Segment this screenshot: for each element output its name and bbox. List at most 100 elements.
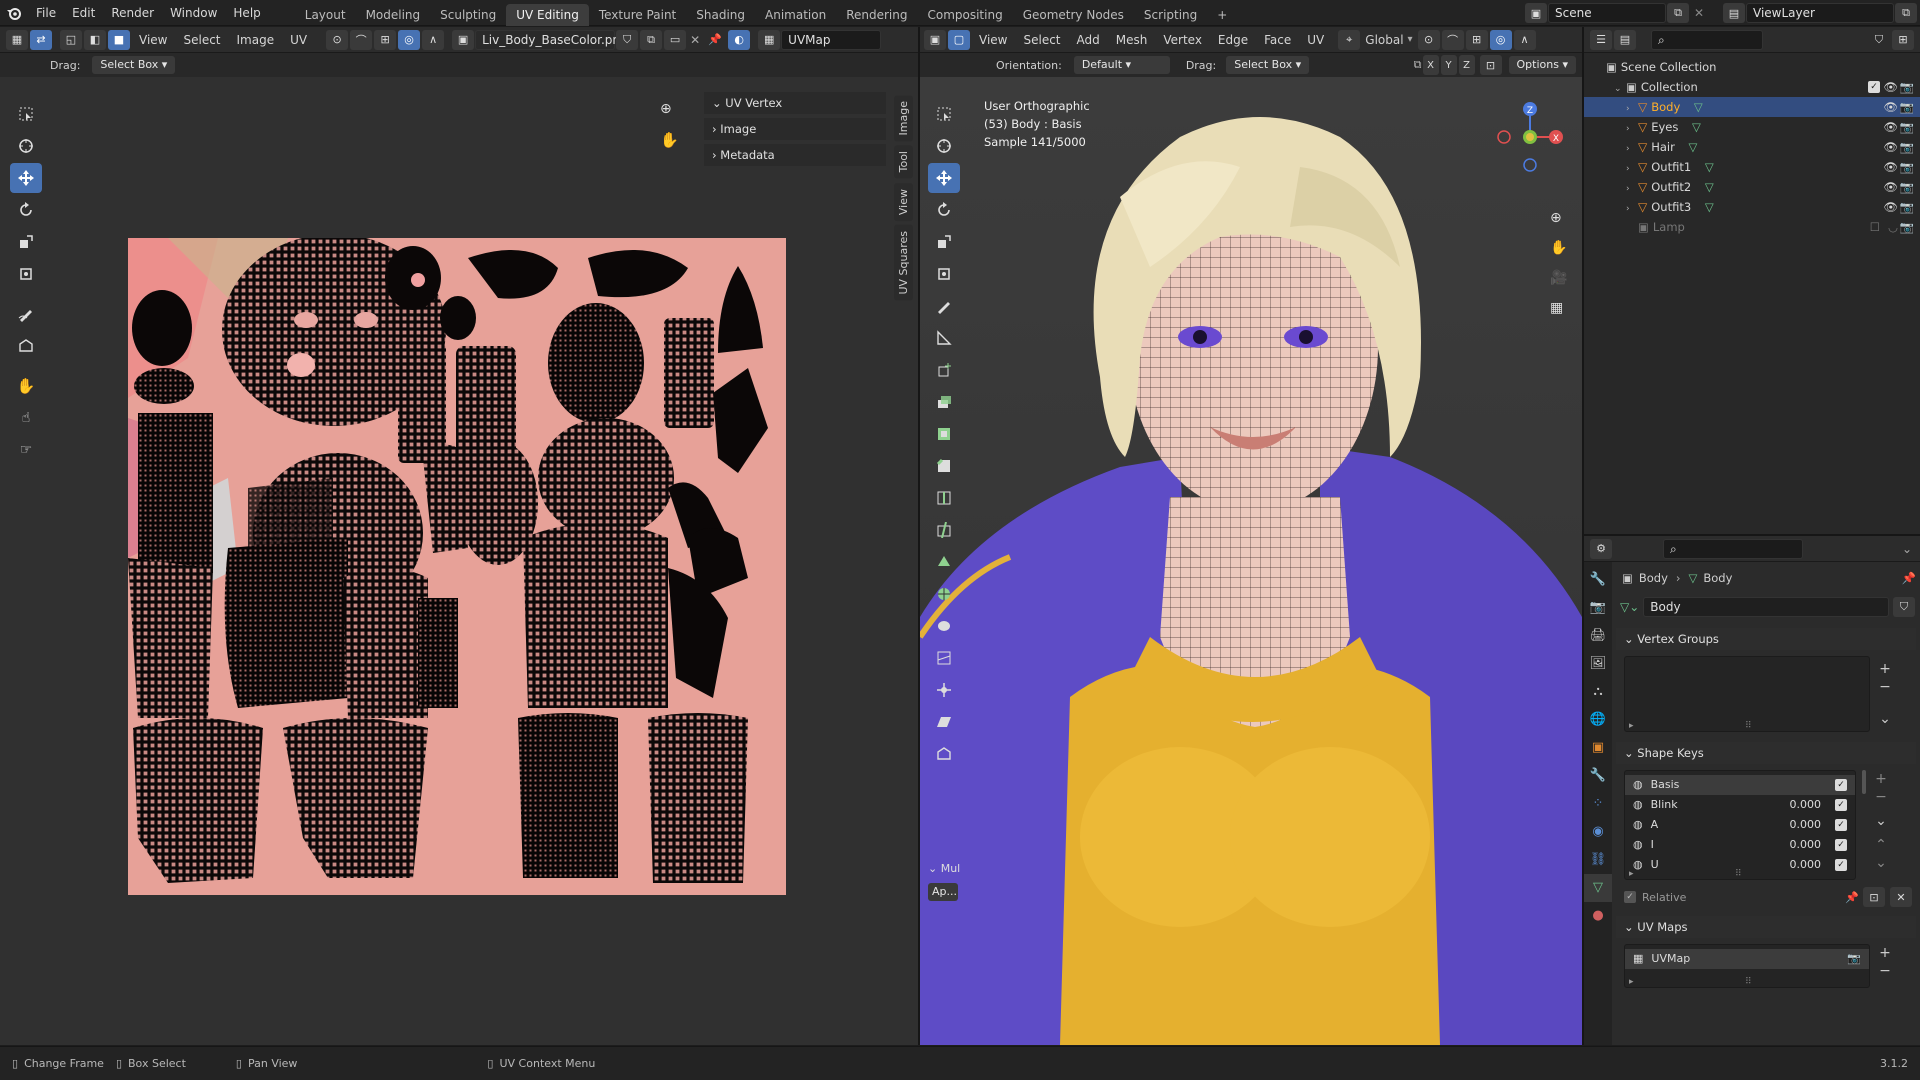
collection-render-icon[interactable]: 📷 — [1900, 77, 1914, 97]
panel-metadata[interactable]: › Metadata — [704, 144, 886, 166]
poly-build-tool[interactable] — [928, 547, 960, 577]
outliner-editor-icon[interactable]: ☰ — [1590, 29, 1612, 50]
rip-tool[interactable] — [10, 331, 42, 361]
annotate-tool[interactable] — [10, 299, 42, 329]
panel-image[interactable]: › Image — [704, 118, 886, 140]
move-shape-key-up-button[interactable]: ⌃ — [1872, 836, 1890, 854]
visibility-icon[interactable]: 👁 — [1883, 157, 1898, 177]
fake-user-shield-icon[interactable]: ⛉ — [1893, 597, 1915, 617]
move-tool[interactable] — [10, 163, 42, 193]
tab-uv-squares[interactable]: UV Squares — [894, 224, 913, 301]
shape-keys-list[interactable]: ◍ Basis ✓ ◍ Blink 0.000 ✓ ◍ A 0.000 ✓ ◍ I 0.000 ✓ ◍… — [1624, 770, 1856, 880]
remove-shape-key-button[interactable]: − — [1872, 788, 1890, 806]
viewlayer-selector[interactable]: ▤ ViewLayer ⧉ ✕ — [1722, 3, 1920, 23]
menu-render[interactable]: Render — [103, 0, 162, 26]
output-tab-icon[interactable]: 🖨 — [1584, 622, 1612, 650]
uvmap-field[interactable]: UVMap — [781, 29, 882, 50]
scene-selector[interactable]: ▣ Scene ⧉ ✕ — [1524, 3, 1708, 23]
pin-properties-icon[interactable]: 📌 — [1902, 571, 1916, 585]
tab-layout[interactable]: Layout — [295, 4, 356, 26]
vp-zoom-icon[interactable]: ⊕ — [1550, 210, 1562, 226]
vp-scale-tool[interactable] — [928, 227, 960, 257]
outliner-item-lamp[interactable]: ▣ Lamp ☐ ◡ 📷 — [1584, 217, 1920, 237]
shape-key-value[interactable]: 0.000 — [1790, 815, 1822, 835]
edge-select-icon[interactable]: ◧ — [84, 29, 106, 50]
tab-image[interactable]: Image — [894, 95, 913, 142]
unlink-image-icon[interactable]: ✕ — [687, 33, 703, 47]
vp-transform-tool[interactable] — [928, 259, 960, 289]
render-icon[interactable]: 📷 — [1900, 97, 1914, 117]
visibility-icon[interactable]: ◡ — [1888, 217, 1898, 237]
mirror-z-button[interactable]: Z — [1458, 55, 1475, 75]
lamp-checkbox[interactable]: ☐ — [1870, 217, 1880, 237]
image-name-field[interactable]: Liv_Body_BaseColor.png — [475, 29, 628, 50]
image-browse-icon[interactable]: ▣ — [452, 29, 475, 50]
vp-cursor-tool[interactable] — [928, 131, 960, 161]
transform-orientation-value[interactable]: Global — [1365, 33, 1403, 47]
ortho-toggle-icon[interactable]: ▦ — [1550, 300, 1563, 316]
new-scene-icon[interactable]: ⧉ — [1667, 3, 1689, 23]
shape-key-mute-checkbox[interactable]: ✓ — [1835, 779, 1847, 791]
tab-animation[interactable]: Animation — [755, 4, 836, 26]
shape-key-value[interactable]: 0.000 — [1790, 855, 1822, 875]
blender-logo-icon[interactable] — [0, 6, 28, 20]
remove-uv-map-button[interactable]: − — [1876, 962, 1894, 980]
uv-map-row[interactable]: ▦ UVMap 📷 — [1625, 949, 1869, 969]
visibility-icon[interactable]: 👁 — [1883, 117, 1898, 137]
transform-tool[interactable] — [10, 259, 42, 289]
tab-uv-editing[interactable]: UV Editing — [506, 3, 589, 26]
menu-help[interactable]: Help — [225, 0, 268, 26]
tab-shading[interactable]: Shading — [686, 4, 755, 26]
render-icon[interactable]: 📷 — [1900, 137, 1914, 157]
overlay-icon[interactable]: ◐ — [728, 29, 751, 50]
move-shape-key-down-button[interactable]: ⌄ — [1872, 854, 1890, 872]
orientation-dropdown[interactable]: Default ▾ — [1073, 56, 1170, 74]
viewport-render[interactable] — [920, 77, 1582, 1045]
shape-key-row[interactable]: ◍ A 0.000 ✓ — [1625, 815, 1855, 835]
auto-merge-icon[interactable]: ⊡ — [1479, 55, 1502, 75]
last-operator-apply[interactable]: Ap... — [928, 883, 958, 901]
pivot-icon[interactable]: ⊙ — [326, 29, 349, 50]
shape-keys-scrollbar[interactable] — [1862, 770, 1866, 794]
uv-menu-view[interactable]: View — [131, 27, 175, 53]
camera-view-icon[interactable]: 🎥 — [1550, 270, 1567, 286]
duplicate-image-icon[interactable]: ⧉ — [640, 29, 663, 50]
collection-visibility-icon[interactable]: 👁 — [1883, 77, 1898, 97]
properties-options-icon[interactable]: ⌄ — [1902, 542, 1912, 556]
mirror-x-button[interactable]: X — [1422, 55, 1439, 75]
vp-menu-vertex[interactable]: Vertex — [1155, 27, 1210, 53]
inset-tool[interactable] — [928, 419, 960, 449]
snap-target-3d-icon[interactable]: ⊞ — [1465, 29, 1488, 50]
rotate-tool[interactable] — [10, 195, 42, 225]
shape-key-row[interactable]: ◍ I 0.000 ✓ — [1625, 835, 1855, 855]
properties-search[interactable]: ⌕ — [1663, 538, 1803, 559]
tab-sculpting[interactable]: Sculpting — [430, 4, 506, 26]
bevel-tool[interactable] — [928, 451, 960, 481]
shape-key-edit-mode-icon[interactable]: ⊡ — [1863, 887, 1885, 907]
render-icon[interactable]: 📷 — [1900, 177, 1914, 197]
vp-menu-uv[interactable]: UV — [1299, 27, 1332, 53]
outliner-item-hair[interactable]: › ▽ Hair ▽ 👁 📷 — [1584, 137, 1920, 157]
list-resize-handle[interactable]: ⠿ — [1735, 869, 1742, 879]
vp-menu-add[interactable]: Add — [1069, 27, 1108, 53]
add-uv-map-button[interactable]: + — [1876, 944, 1894, 962]
vp-menu-edge[interactable]: Edge — [1210, 27, 1256, 53]
fake-user-icon[interactable]: ⛉ — [616, 29, 639, 50]
vertex-groups-list[interactable]: ▸ ⠿ — [1624, 656, 1870, 732]
shape-key-value[interactable]: 0.000 — [1790, 835, 1822, 855]
measure-tool[interactable] — [928, 323, 960, 353]
outliner-item-body[interactable]: › ▽ Body ▽ 👁 📷 — [1584, 97, 1920, 117]
active-render-icon[interactable]: 📷 — [1847, 949, 1861, 969]
material-tab-icon[interactable]: ● — [1584, 902, 1612, 930]
navigation-gizmo[interactable]: Z X — [1490, 97, 1570, 207]
vp-select-box-tool[interactable] — [928, 99, 960, 129]
relative-checkbox[interactable]: ✓ — [1624, 891, 1636, 903]
shape-key-mute-checkbox[interactable]: ✓ — [1835, 819, 1847, 831]
outliner-item-outfit3[interactable]: › ▽ Outfit3 ▽ 👁 📷 — [1584, 197, 1920, 217]
grab-tool[interactable]: ✋ — [10, 371, 42, 401]
display-mode-icon[interactable]: ▤ — [1614, 29, 1636, 50]
relax-tool[interactable]: ☝ — [10, 403, 42, 433]
knife-tool[interactable] — [928, 515, 960, 545]
menu-window[interactable]: Window — [162, 0, 225, 26]
shape-key-row[interactable]: ◍ Basis ✓ — [1625, 775, 1855, 795]
